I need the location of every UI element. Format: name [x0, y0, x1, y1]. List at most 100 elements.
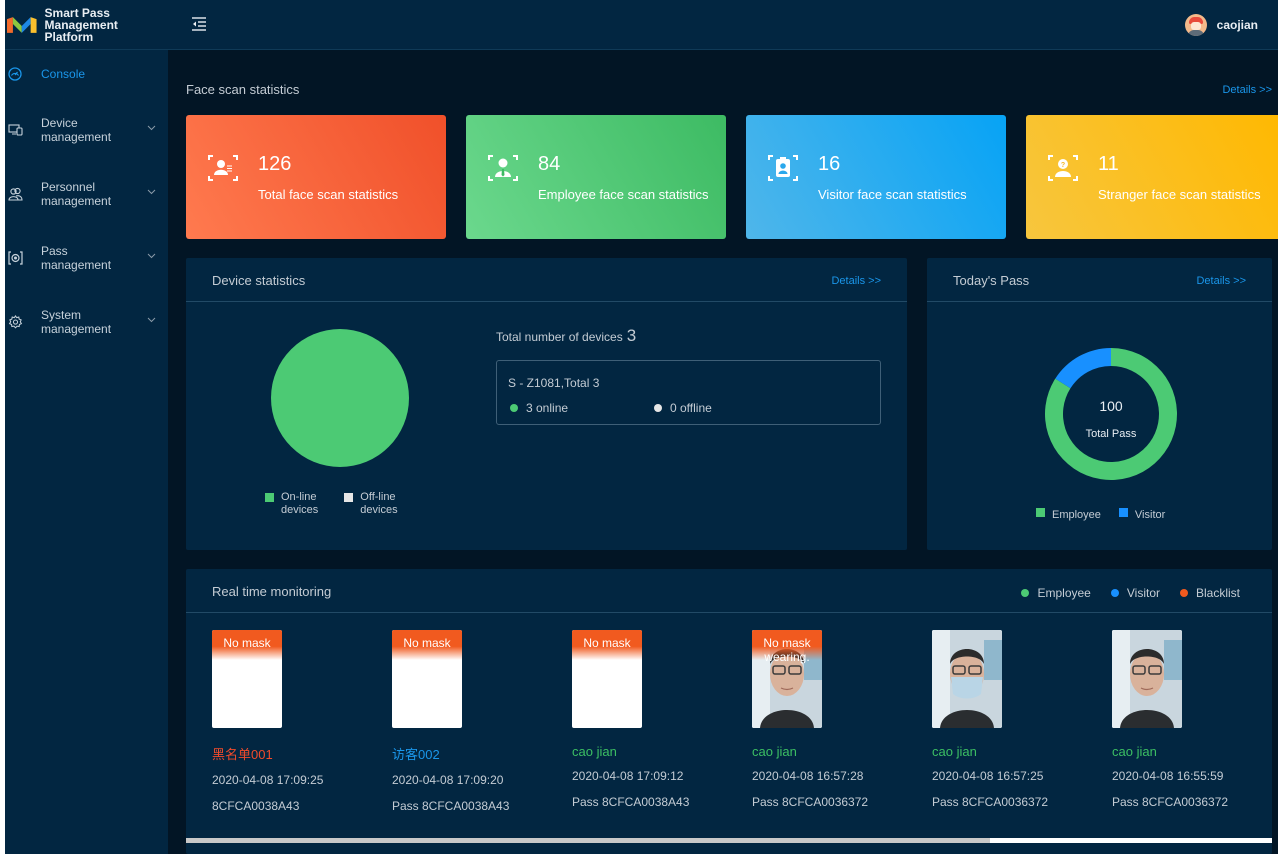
- device-name: S - Z1081,Total 3: [508, 376, 600, 390]
- stat-card-stranger[interactable]: ? 11 Stranger face scan statistics: [1026, 115, 1278, 239]
- pass-device: Pass 8CFCA0038A43: [392, 799, 510, 813]
- pass-device: Pass 8CFCA0036372: [1112, 795, 1229, 809]
- legend-item-blacklist[interactable]: Blacklist: [1179, 586, 1240, 600]
- total-devices: Total number of devices 3: [496, 326, 637, 345]
- device-card[interactable]: S - Z1081,Total 3 3 online 0 offline: [496, 360, 881, 425]
- stat-label: Employee face scan statistics: [538, 187, 709, 202]
- offline-count: 0 offline: [654, 401, 712, 415]
- pass-device: 8CFCA0038A43: [212, 799, 300, 813]
- stat-label: Total face scan statistics: [258, 187, 399, 202]
- sidebar-item-label: System management: [41, 308, 112, 336]
- stat-card-employee[interactable]: 84 Employee face scan statistics: [466, 115, 726, 239]
- sidebar-item-label: Pass management: [41, 244, 112, 272]
- pass-device: Pass 8CFCA0036372: [752, 795, 869, 809]
- legend-item-online[interactable]: On-line devices: [265, 491, 318, 517]
- offline-dot-icon: [654, 404, 662, 412]
- face-photo-icon: [1112, 630, 1182, 728]
- devices-icon: [7, 122, 23, 138]
- no-mask-label: No mask: [583, 636, 631, 650]
- legend-item-visitor[interactable]: Visitor: [1110, 586, 1160, 600]
- stat-label: Visitor face scan statistics: [818, 187, 967, 202]
- online-dot-icon: [510, 404, 518, 412]
- username: caojian: [1216, 18, 1258, 32]
- logo-icon: [7, 16, 37, 33]
- person-name: cao jian: [572, 744, 617, 759]
- scrollbar-thumb[interactable]: [186, 838, 990, 843]
- device-details-link[interactable]: Details >>: [831, 275, 881, 287]
- legend-dot-icon: [1021, 589, 1030, 597]
- sidebar-item-personnel-management[interactable]: Personnel management: [5, 162, 168, 226]
- donut-segment-visitor[interactable]: [1055, 348, 1111, 389]
- pass-device: Pass 8CFCA0036372: [932, 795, 1049, 809]
- capture-photo[interactable]: No mask: [212, 630, 282, 728]
- sidebar-item-pass-management[interactable]: Pass management: [5, 226, 168, 290]
- sidebar-item-device-management[interactable]: Device management: [5, 98, 168, 162]
- monitoring-record[interactable]: No mask 黑名单001 2020-04-08 17:09:25 8CFCA003…: [212, 630, 382, 813]
- person-name: 黑名单001: [212, 747, 273, 762]
- no-mask-label: No mask wearing.: [763, 636, 811, 664]
- monitoring-legend: Employee Visitor Blacklist: [1001, 586, 1240, 600]
- stranger-icon: ?: [1048, 155, 1078, 181]
- donut-center-label: Total Pass: [1085, 428, 1137, 440]
- panel-title: Real time monitoring: [212, 584, 332, 599]
- person-name: cao jian: [752, 744, 797, 759]
- stat-value: 16: [818, 153, 841, 175]
- app-title: Smart Pass Management Platform: [44, 5, 118, 44]
- legend-item-offline[interactable]: Off-line devices: [344, 491, 398, 517]
- legend-item-employee[interactable]: Employee: [1036, 508, 1101, 521]
- user-menu[interactable]: caojian: [1184, 14, 1258, 36]
- capture-photo[interactable]: No mask wearing.: [752, 630, 822, 728]
- chevron-down-icon: [147, 125, 156, 131]
- horizontal-scrollbar[interactable]: [186, 838, 1272, 843]
- sidebar-item-system-management[interactable]: System management: [5, 290, 168, 354]
- pass-device: Pass 8CFCA0038A43: [572, 795, 690, 809]
- monitoring-record[interactable]: No mask wearing. cao jian 2020-04-08 16:57…: [752, 630, 922, 809]
- face-scan-section-title: Face scan statistics: [186, 82, 300, 97]
- capture-time: 2020-04-08 16:57:28: [752, 769, 864, 783]
- legend-swatch: [1118, 508, 1128, 517]
- capture-photo[interactable]: [1112, 630, 1182, 728]
- pass-donut-chart: [1045, 348, 1177, 480]
- legend-item-employee[interactable]: Employee: [1021, 586, 1091, 600]
- capture-photo[interactable]: No mask: [392, 630, 462, 728]
- real-time-monitoring-panel: Real time monitoring Employee Visitor Bl…: [186, 569, 1272, 854]
- sidebar-item-label: Personnel management: [41, 180, 112, 208]
- no-mask-label: No mask: [223, 636, 271, 650]
- chevron-down-icon: [147, 253, 156, 259]
- monitoring-record[interactable]: cao jian 2020-04-08 16:55:59 Pass 8CFCA003…: [1112, 630, 1278, 809]
- sidebar-item-label: Device management: [41, 116, 112, 144]
- device-statistics-panel: Device statistics Details >> On-line devi…: [186, 258, 907, 550]
- capture-photo[interactable]: [932, 630, 1002, 728]
- sidebar-item-console[interactable]: Console: [5, 50, 168, 98]
- chevron-down-icon: [147, 317, 156, 323]
- panel-title: Device statistics: [212, 273, 306, 288]
- avatar: [1184, 14, 1207, 36]
- people-icon: [7, 186, 23, 202]
- visitor-badge-icon: [768, 155, 798, 181]
- donut-center-value: 100: [1099, 398, 1123, 414]
- stat-card-total[interactable]: 126 Total face scan statistics: [186, 115, 446, 239]
- legend-dot-icon: [1179, 589, 1188, 597]
- total-devices-value: 3: [626, 326, 637, 345]
- monitoring-record[interactable]: No mask cao jian 2020-04-08 17:09:12 Pass 8…: [572, 630, 742, 809]
- collapse-menu-icon[interactable]: [192, 17, 206, 31]
- pass-details-link[interactable]: Details >>: [1196, 275, 1246, 287]
- monitoring-record[interactable]: cao jian 2020-04-08 16:57:25 Pass 8CFCA003…: [932, 630, 1102, 809]
- dashboard-gauge-icon: [7, 66, 23, 82]
- gear-icon: [7, 314, 23, 330]
- capture-time: 2020-04-08 16:55:59: [1112, 769, 1224, 783]
- capture-time: 2020-04-08 17:09:20: [392, 773, 504, 787]
- capture-photo[interactable]: No mask: [572, 630, 642, 728]
- pie-slice-on-line-devices[interactable]: [271, 329, 409, 467]
- todays-pass-panel: Today's Pass Details >> 100 Total Pass E…: [927, 258, 1272, 550]
- stat-value: 84: [538, 153, 561, 175]
- legend-item-visitor[interactable]: Visitor: [1118, 508, 1165, 521]
- face-scan-details-link[interactable]: Details >>: [1222, 84, 1272, 96]
- face-photo-icon: [932, 630, 1002, 728]
- monitoring-record[interactable]: No mask 访客002 2020-04-08 17:09:20 Pass 8CFC…: [392, 630, 562, 813]
- stat-label: Stranger face scan statistics: [1098, 187, 1261, 202]
- pass-legend: Employee Visitor: [1036, 508, 1165, 521]
- stat-value: 126: [258, 153, 292, 175]
- panel-title: Today's Pass: [953, 273, 1030, 288]
- stat-card-visitor[interactable]: 16 Visitor face scan statistics: [746, 115, 1006, 239]
